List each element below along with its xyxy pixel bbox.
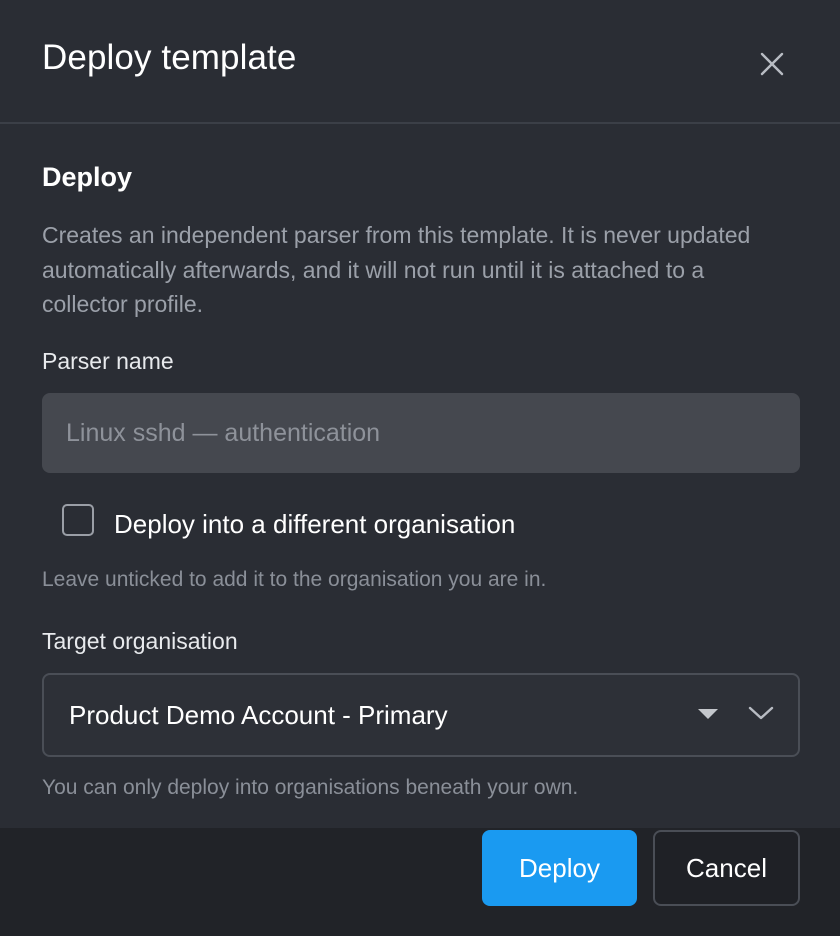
modal-header: Deploy template xyxy=(0,0,840,124)
target-org-label: Target organisation xyxy=(42,628,238,654)
parser-name-input[interactable] xyxy=(42,393,800,473)
chevron-down-icon xyxy=(748,706,774,720)
different-org-checkbox[interactable] xyxy=(62,504,94,536)
section-heading: Deploy xyxy=(42,162,133,192)
section-description: Creates an independent parser from this … xyxy=(42,222,751,317)
close-icon xyxy=(760,52,784,76)
different-org-checkbox-row[interactable]: Deploy into a different organisation xyxy=(62,500,515,540)
close-button[interactable] xyxy=(752,44,792,84)
target-org-select[interactable]: Product Demo Account - Primary xyxy=(42,673,800,757)
cancel-button[interactable]: Cancel xyxy=(653,830,800,906)
different-org-hint: Leave unticked to add it to the organisa… xyxy=(42,568,547,591)
target-org-selected-value: Product Demo Account - Primary xyxy=(69,699,448,730)
parser-name-label: Parser name xyxy=(42,348,174,374)
modal-title: Deploy template xyxy=(42,38,297,77)
target-org-hint: You can only deploy into organisations b… xyxy=(42,776,579,799)
different-org-checkbox-label[interactable]: Deploy into a different organisation xyxy=(114,509,515,540)
caret-down-icon xyxy=(698,709,718,719)
modal-footer: Deploy Cancel xyxy=(0,828,840,936)
deploy-template-modal: Deploy template Deploy Creates an indepe… xyxy=(0,0,840,936)
deploy-button[interactable]: Deploy xyxy=(482,830,637,906)
modal-body: Deploy Creates an independent parser fro… xyxy=(0,124,840,828)
